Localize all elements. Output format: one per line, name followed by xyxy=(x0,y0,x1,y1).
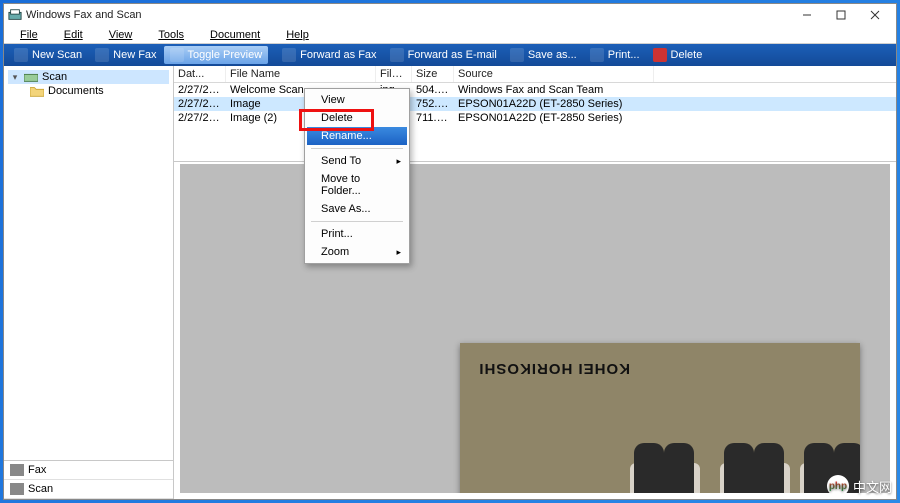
window-title: Windows Fax and Scan xyxy=(26,9,790,21)
table-row[interactable]: 2/27/202... Welcome Scan jpg 504.3 KB Wi… xyxy=(174,83,896,97)
ctx-view[interactable]: View xyxy=(307,91,407,109)
save-icon xyxy=(510,48,524,62)
titlebar[interactable]: Windows Fax and Scan xyxy=(4,4,896,26)
folder-icon xyxy=(30,85,44,97)
table-row[interactable]: 2/27/202... Image (2) 711.0 KB EPSON01A2… xyxy=(174,111,896,125)
minimize-button[interactable] xyxy=(790,5,824,25)
ctx-print[interactable]: Print... xyxy=(307,225,407,243)
tree-label: Documents xyxy=(48,85,104,97)
watermark: php 中文网 xyxy=(827,475,892,497)
print-button[interactable]: Print... xyxy=(584,46,646,64)
chevron-right-icon: ▸ xyxy=(396,247,401,258)
column-headers: Dat... File Name File Type Size Source xyxy=(174,66,896,83)
figure-art xyxy=(720,403,800,499)
col-filename[interactable]: File Name xyxy=(226,66,376,82)
tree-node-documents[interactable]: Documents xyxy=(8,84,169,98)
menu-view[interactable]: View xyxy=(97,28,145,42)
toolbar: New Scan New Fax Toggle Preview Forward … xyxy=(4,44,896,66)
menu-tools[interactable]: Tools xyxy=(146,28,196,42)
ctx-send-to[interactable]: Send To▸ xyxy=(307,152,407,170)
col-size[interactable]: Size xyxy=(412,66,454,82)
print-icon xyxy=(590,48,604,62)
switch-fax[interactable]: Fax xyxy=(4,461,173,480)
ctx-move-to-folder[interactable]: Move to Folder... xyxy=(307,170,407,200)
scanner-icon xyxy=(14,48,28,62)
preview-icon xyxy=(170,48,184,62)
col-filetype[interactable]: File Type xyxy=(376,66,412,82)
ctx-rename[interactable]: Rename... xyxy=(307,127,407,145)
context-menu: View Delete Rename... Send To▸ Move to F… xyxy=(304,88,410,264)
scanner-folder-icon xyxy=(24,71,38,83)
main-pane: Dat... File Name File Type Size Source 2… xyxy=(174,66,896,499)
col-date[interactable]: Dat... xyxy=(174,66,226,82)
view-switcher: Fax Scan xyxy=(4,460,173,499)
maximize-button[interactable] xyxy=(824,5,858,25)
forward-as-fax-button[interactable]: Forward as Fax xyxy=(276,46,382,64)
table-row[interactable]: 2/27/202... Image 752.3 KB EPSON01A22D (… xyxy=(174,97,896,111)
collapse-icon[interactable]: ▾ xyxy=(10,72,20,83)
scan-caption: KOHEI HORIKOSHI xyxy=(478,360,630,377)
php-logo-icon: php xyxy=(827,475,849,497)
delete-icon xyxy=(653,48,667,62)
tree-label: Scan xyxy=(42,71,67,83)
tree-node-scan[interactable]: ▾ Scan xyxy=(8,70,169,84)
folder-tree: ▾ Scan Documents xyxy=(4,66,173,460)
file-list: Dat... File Name File Type Size Source 2… xyxy=(174,66,896,162)
toggle-preview-button[interactable]: Toggle Preview xyxy=(164,46,269,64)
ctx-save-as[interactable]: Save As... xyxy=(307,200,407,218)
menu-help[interactable]: Help xyxy=(274,28,321,42)
menu-file[interactable]: File xyxy=(8,28,50,42)
new-fax-button[interactable]: New Fax xyxy=(89,46,162,64)
switch-scan[interactable]: Scan xyxy=(4,480,173,499)
new-scan-button[interactable]: New Scan xyxy=(8,46,88,64)
menu-edit[interactable]: Edit xyxy=(52,28,95,42)
menu-document[interactable]: Document xyxy=(198,28,272,42)
figure-art xyxy=(630,403,710,499)
chevron-right-icon: ▸ xyxy=(396,156,401,167)
scanner-icon xyxy=(10,483,24,495)
separator xyxy=(311,148,403,149)
app-icon xyxy=(8,8,22,22)
menubar: File Edit View Tools Document Help xyxy=(4,26,896,44)
save-as-button[interactable]: Save as... xyxy=(504,46,583,64)
preview-pane[interactable]: KOHEI HORIKOSHI xyxy=(174,162,896,499)
scanned-image: KOHEI HORIKOSHI xyxy=(460,343,860,499)
col-source[interactable]: Source xyxy=(454,66,654,82)
delete-button[interactable]: Delete xyxy=(647,46,709,64)
forward-as-email-button[interactable]: Forward as E-mail xyxy=(384,46,503,64)
ctx-delete[interactable]: Delete xyxy=(307,109,407,127)
fax-icon xyxy=(95,48,109,62)
app-window: Windows Fax and Scan File Edit View Tool… xyxy=(3,3,897,500)
sidebar: ▾ Scan Documents Fax Scan xyxy=(4,66,174,499)
separator xyxy=(311,221,403,222)
close-button[interactable] xyxy=(858,5,892,25)
forward-email-icon xyxy=(390,48,404,62)
ctx-zoom[interactable]: Zoom▸ xyxy=(307,243,407,261)
forward-fax-icon xyxy=(282,48,296,62)
fax-icon xyxy=(10,464,24,476)
body: ▾ Scan Documents Fax Scan Dat... File Na… xyxy=(4,66,896,499)
